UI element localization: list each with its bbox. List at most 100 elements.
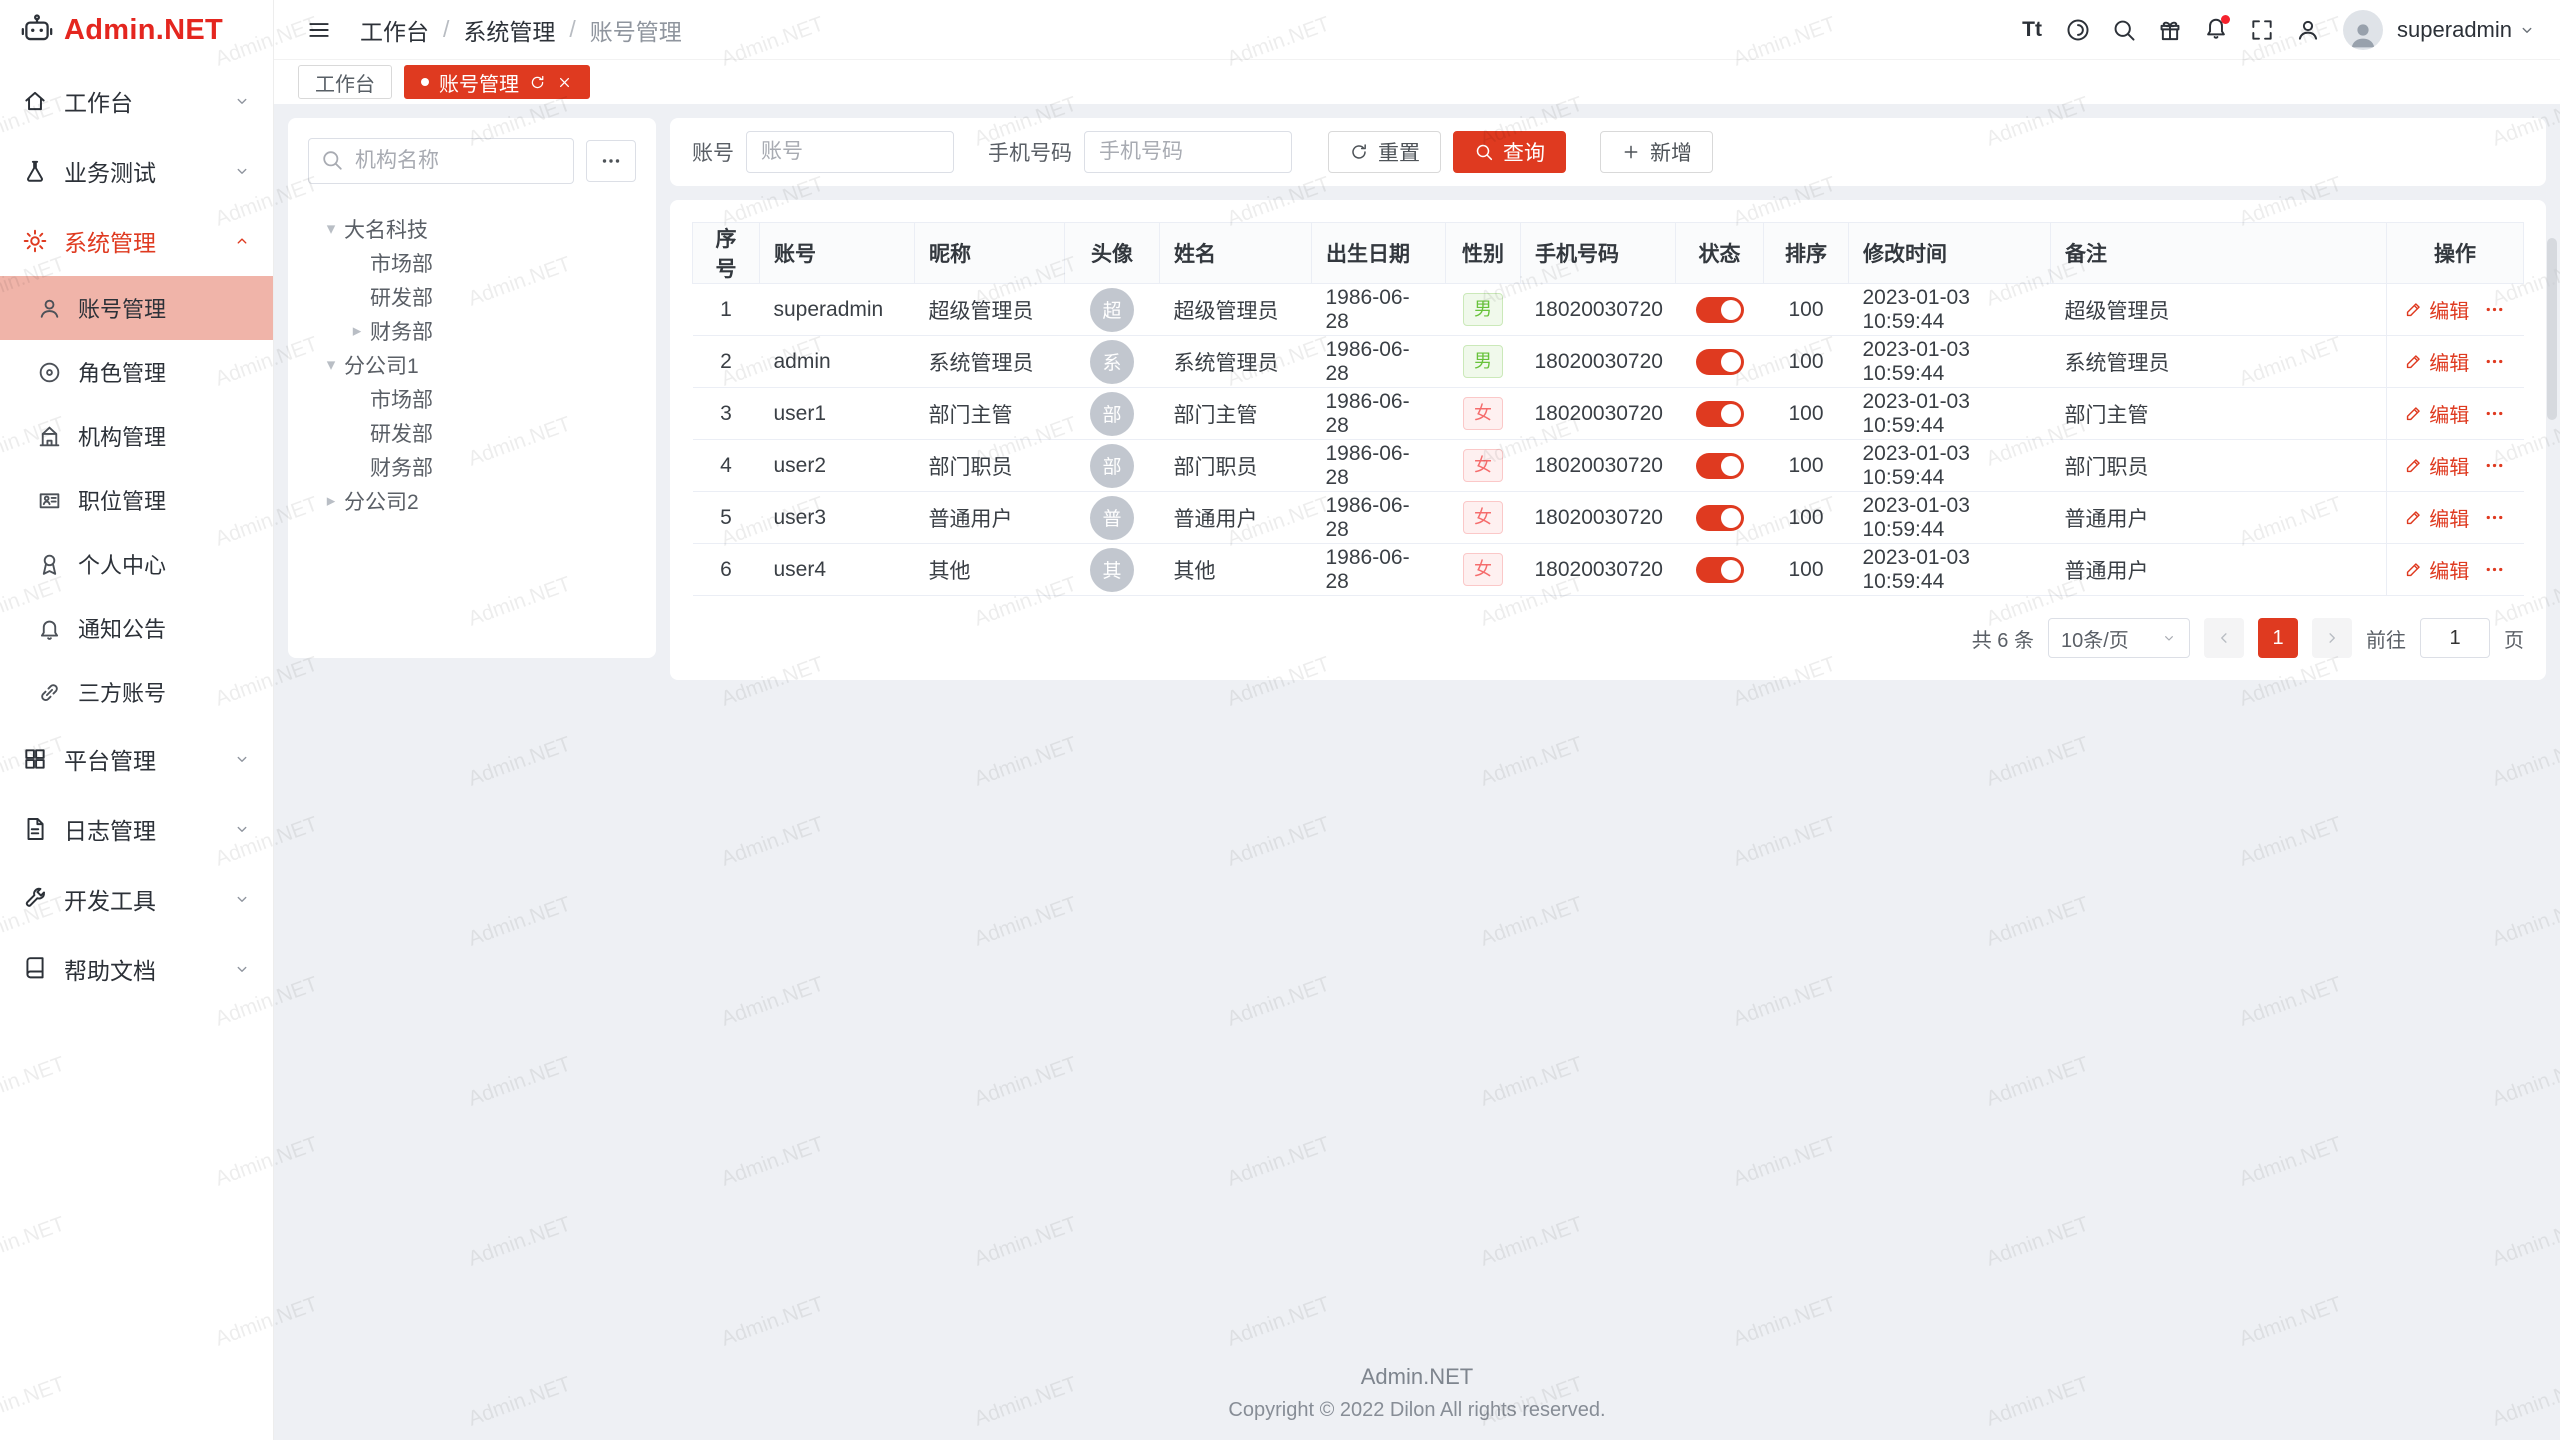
sidebar-subitem-1[interactable]: 角色管理 [0, 340, 273, 404]
notification-bell-icon[interactable] [2195, 9, 2237, 51]
column-header[interactable]: 出生日期 [1312, 223, 1446, 284]
cell-phone: 18020030720 [1521, 336, 1676, 388]
tree-node-4[interactable]: ▾分公司1 [308, 348, 636, 382]
sidebar-subitem-0[interactable]: 账号管理 [0, 276, 273, 340]
table-header-row: 序号账号昵称头像姓名出生日期性别手机号码状态排序修改时间备注操作 [693, 223, 2524, 284]
sidebar-item-1[interactable]: 业务测试 [0, 136, 273, 206]
status-toggle[interactable] [1696, 297, 1744, 323]
edit-button[interactable]: 编辑 [2404, 555, 2469, 584]
sidebar-subitem-3[interactable]: 职位管理 [0, 468, 273, 532]
breadcrumb-item[interactable]: 系统管理 [463, 13, 555, 47]
breadcrumb-item[interactable]: 账号管理 [590, 13, 682, 47]
tree-node-2[interactable]: 研发部 [308, 280, 636, 314]
column-header[interactable]: 排序 [1764, 223, 1849, 284]
sidebar-subitem-5[interactable]: 通知公告 [0, 596, 273, 660]
tree-node-1[interactable]: 市场部 [308, 246, 636, 280]
collapse-menu-icon[interactable] [298, 9, 340, 51]
column-header[interactable]: 姓名 [1160, 223, 1312, 284]
gift-icon[interactable] [2149, 9, 2191, 51]
tab-1[interactable]: 账号管理 [404, 65, 590, 99]
logo[interactable]: Admin.NET [0, 0, 273, 60]
tree-node-label: 财务部 [370, 452, 433, 482]
more-actions-icon[interactable] [2483, 506, 2506, 529]
next-page-button[interactable] [2312, 618, 2352, 658]
status-toggle[interactable] [1696, 453, 1744, 479]
caret-icon: ▾ [318, 355, 344, 375]
cell-gender: 女 [1446, 544, 1521, 596]
status-toggle[interactable] [1696, 349, 1744, 375]
column-header[interactable]: 备注 [2051, 223, 2387, 284]
tree-node-8[interactable]: ▸分公司2 [308, 484, 636, 518]
goto-page-input[interactable] [2420, 618, 2490, 658]
column-header[interactable]: 状态 [1676, 223, 1764, 284]
column-header[interactable]: 操作 [2387, 223, 2524, 284]
active-tab-dot [421, 78, 429, 86]
more-actions-icon[interactable] [2483, 350, 2506, 373]
edit-button[interactable]: 编辑 [2404, 399, 2469, 428]
sidebar-item-2[interactable]: 系统管理 [0, 206, 273, 276]
column-header[interactable]: 手机号码 [1521, 223, 1676, 284]
breadcrumb-item[interactable]: 工作台 [360, 13, 429, 47]
fullscreen-icon[interactable] [2241, 9, 2283, 51]
tab-0[interactable]: 工作台 [298, 65, 392, 99]
cell-gender: 男 [1446, 284, 1521, 336]
edit-button[interactable]: 编辑 [2404, 503, 2469, 532]
status-toggle[interactable] [1696, 505, 1744, 531]
add-button[interactable]: 新增 [1600, 131, 1713, 173]
chevron-down-icon[interactable] [2518, 21, 2536, 39]
username[interactable]: superadmin [2397, 17, 2512, 43]
cell-nickname: 其他 [915, 544, 1065, 596]
org-search-input[interactable] [308, 138, 574, 184]
column-header[interactable]: 性别 [1446, 223, 1521, 284]
user-avatar[interactable] [2343, 10, 2383, 50]
status-toggle[interactable] [1696, 557, 1744, 583]
sidebar-item-5[interactable]: 开发工具 [0, 864, 273, 934]
sidebar-item-3[interactable]: 平台管理 [0, 724, 273, 794]
cell-sort: 100 [1764, 544, 1849, 596]
more-actions-icon[interactable] [2483, 298, 2506, 321]
tab-refresh-icon[interactable] [529, 74, 546, 91]
edit-button[interactable]: 编辑 [2404, 347, 2469, 376]
sidebar-item-4[interactable]: 日志管理 [0, 794, 273, 864]
scrollbar[interactable] [2547, 238, 2557, 420]
page-size-select[interactable]: 10条/页 [2048, 618, 2190, 658]
cell-nickname: 普通用户 [915, 492, 1065, 544]
theme-icon[interactable] [2057, 9, 2099, 51]
font-size-icon[interactable]: Tt [2011, 9, 2053, 51]
page-1-button[interactable]: 1 [2258, 618, 2298, 658]
sidebar-item-6[interactable]: 帮助文档 [0, 934, 273, 1004]
avatar: 其 [1090, 548, 1134, 592]
edit-button[interactable]: 编辑 [2404, 451, 2469, 480]
phone-input[interactable] [1084, 131, 1292, 173]
tab-close-icon[interactable] [556, 74, 573, 91]
tree-node-7[interactable]: 财务部 [308, 450, 636, 484]
reset-button[interactable]: 重置 [1328, 131, 1441, 173]
column-header[interactable]: 修改时间 [1849, 223, 2051, 284]
more-actions-icon[interactable] [2483, 402, 2506, 425]
cell-nickname: 部门职员 [915, 440, 1065, 492]
status-toggle[interactable] [1696, 401, 1744, 427]
sidebar-subitem-2[interactable]: 机构管理 [0, 404, 273, 468]
edit-button[interactable]: 编辑 [2404, 295, 2469, 324]
sidebar-subitem-4[interactable]: 个人中心 [0, 532, 273, 596]
column-header[interactable]: 头像 [1065, 223, 1160, 284]
user-outline-icon[interactable] [2287, 9, 2329, 51]
tree-node-5[interactable]: 市场部 [308, 382, 636, 416]
tree-node-6[interactable]: 研发部 [308, 416, 636, 450]
prev-page-button[interactable] [2204, 618, 2244, 658]
column-header[interactable]: 昵称 [915, 223, 1065, 284]
query-button[interactable]: 查询 [1453, 131, 1566, 173]
sidebar-item-0[interactable]: 工作台 [0, 66, 273, 136]
sidebar-subitem-6[interactable]: 三方账号 [0, 660, 273, 724]
global-search-icon[interactable] [2103, 9, 2145, 51]
tree-node-3[interactable]: ▸财务部 [308, 314, 636, 348]
more-actions-icon[interactable] [2483, 454, 2506, 477]
tree-node-0[interactable]: ▾大名科技 [308, 212, 636, 246]
more-options-button[interactable] [586, 140, 636, 182]
cell-status [1676, 492, 1764, 544]
column-header[interactable]: 账号 [760, 223, 915, 284]
account-input[interactable] [746, 131, 954, 173]
column-header[interactable]: 序号 [693, 223, 760, 284]
more-actions-icon[interactable] [2483, 558, 2506, 581]
table-card: 序号账号昵称头像姓名出生日期性别手机号码状态排序修改时间备注操作 1 super… [670, 200, 2546, 680]
